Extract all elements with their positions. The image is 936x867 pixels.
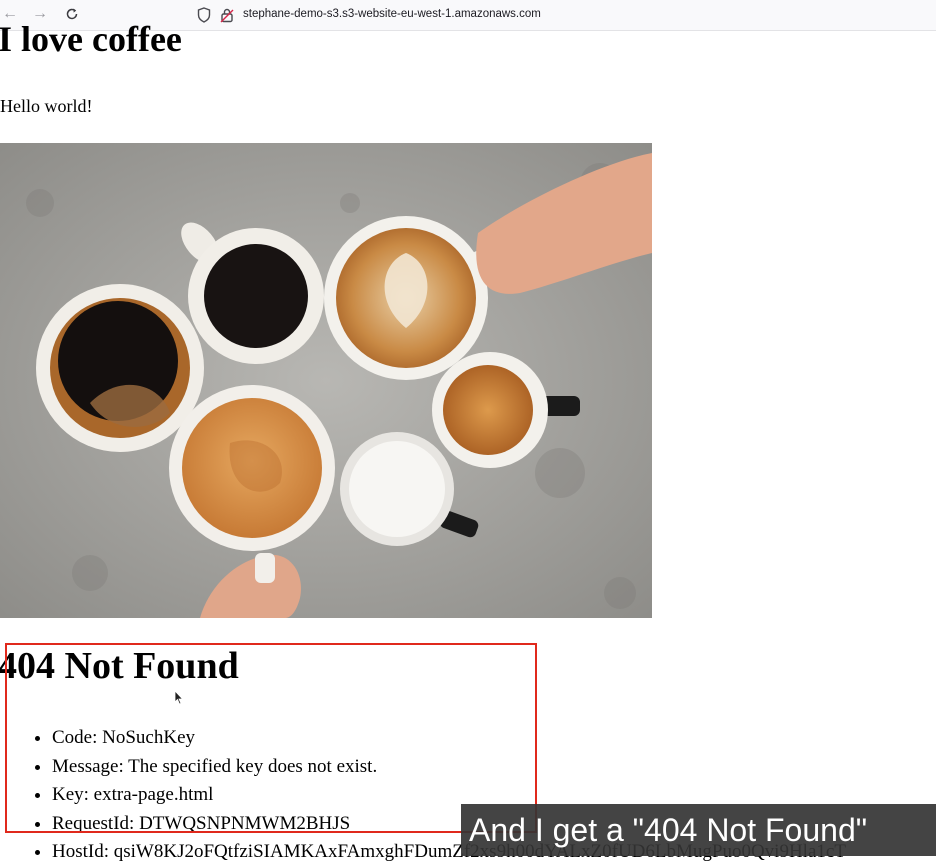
video-caption: And I get a "404 Not Found" bbox=[461, 804, 936, 856]
address-bar[interactable]: stephane-demo-s3.s3-website-eu-west-1.am… bbox=[190, 3, 936, 27]
page-title: I love coffee bbox=[0, 19, 182, 59]
mouse-pointer-icon bbox=[174, 689, 184, 705]
greeting-text: Hello world! bbox=[0, 96, 93, 116]
coffee-photo bbox=[0, 143, 652, 618]
lock-icon[interactable] bbox=[220, 7, 234, 23]
url-text[interactable]: stephane-demo-s3.s3-website-eu-west-1.am… bbox=[243, 8, 541, 20]
tracking-shield-icon[interactable] bbox=[197, 7, 211, 23]
caption-text: And I get a "404 Not Found" bbox=[469, 812, 868, 848]
highlight-rectangle bbox=[5, 643, 537, 833]
